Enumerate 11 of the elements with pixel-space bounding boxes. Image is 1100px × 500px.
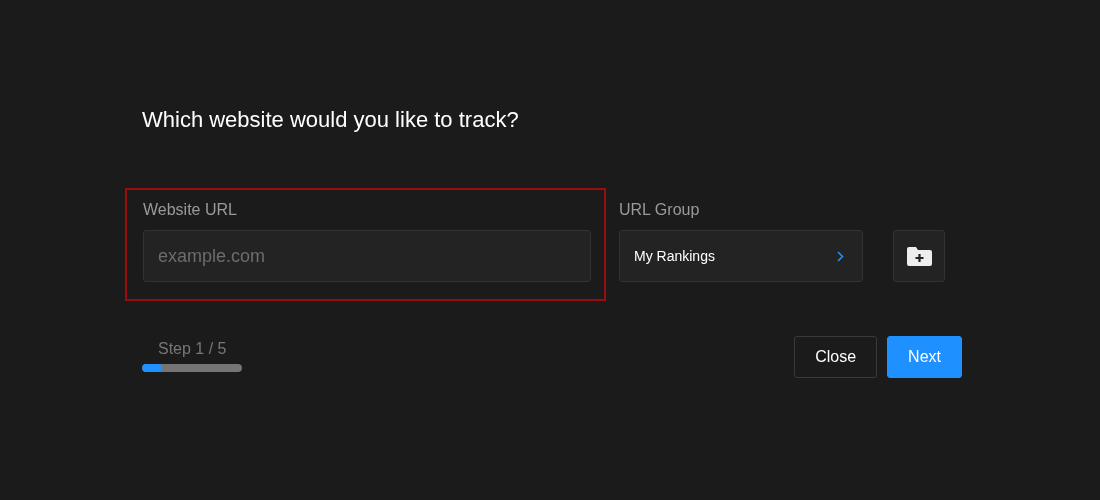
group-select[interactable]: My Rankings [619, 230, 863, 282]
close-button[interactable]: Close [794, 336, 878, 378]
folder-plus-icon [906, 246, 932, 266]
field-label: URL Group [619, 201, 700, 220]
chevron-right-icon [837, 250, 844, 262]
page-title: Which website would you like to track? [142, 107, 519, 133]
field-label: Website URL [143, 201, 237, 220]
select-value: My Rankings [634, 248, 715, 264]
url-input-field[interactable]: example.com [143, 230, 591, 282]
step-counter: Step 1 / 5 [158, 340, 227, 358]
new-folder-button[interactable] [893, 230, 945, 282]
